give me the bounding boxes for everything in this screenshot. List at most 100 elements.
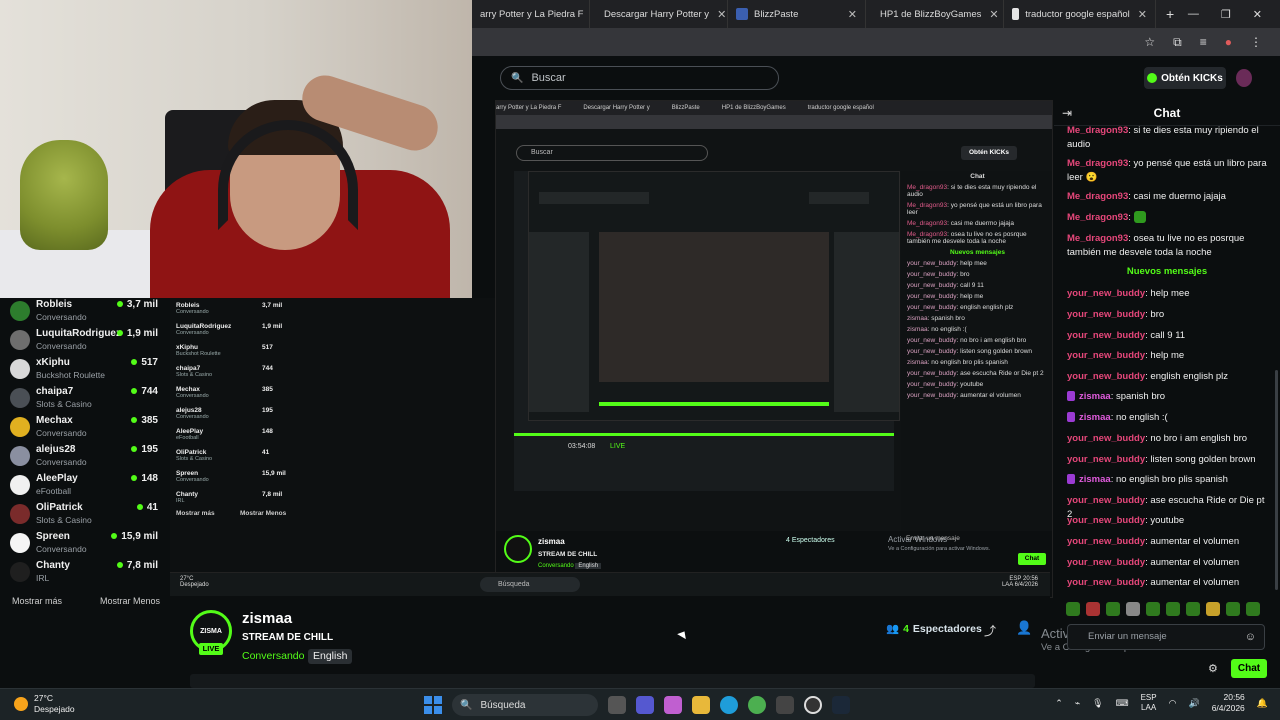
chat-username[interactable]: zismaa — [1079, 474, 1111, 485]
chevron-up-icon[interactable]: ⌃ — [1055, 698, 1063, 709]
sidebar-channel[interactable]: xKiphu Buckshot Roulette 517 — [0, 356, 170, 385]
user-avatar[interactable] — [1236, 69, 1252, 87]
chat-username[interactable]: your_new_buddy — [1067, 433, 1145, 444]
show-less-button[interactable]: Mostrar Menos — [100, 596, 160, 606]
menu-icon[interactable]: ⋮ — [1250, 35, 1262, 49]
restore-icon[interactable]: ❐ — [1221, 8, 1231, 21]
nested-chat-text: no english :( — [931, 326, 967, 333]
gear-icon[interactable]: ⚙ — [1208, 662, 1218, 675]
chat-username[interactable]: Me_dragon93 — [1067, 233, 1128, 244]
send-chat-button[interactable]: Chat — [1231, 659, 1267, 678]
chat-username[interactable]: your_new_buddy — [1067, 309, 1145, 320]
clock[interactable]: 20:56 6/4/2026 — [1212, 692, 1245, 714]
emoji-icon[interactable]: ☺ — [1245, 625, 1256, 649]
emote-icon[interactable] — [1246, 602, 1260, 616]
keyboard-icon[interactable]: ⌨ — [1116, 698, 1129, 709]
show-more-button[interactable]: Mostrar más — [12, 596, 62, 606]
close-icon[interactable]: ✕ — [709, 8, 726, 21]
chat-username[interactable]: zismaa — [1079, 391, 1111, 402]
browser-tab[interactable]: BlizzPaste ✕ — [728, 0, 866, 28]
weather-widget[interactable]: 27°C Despejado — [14, 693, 75, 715]
chat-username[interactable]: Me_dragon93 — [1067, 125, 1128, 136]
store-icon[interactable] — [776, 696, 794, 714]
minimize-icon[interactable]: — — [1188, 8, 1199, 21]
emote-icon[interactable] — [1226, 602, 1240, 616]
browser-tab[interactable]: arry Potter y La Piedra F ✕ — [472, 0, 590, 28]
emote-icon[interactable] — [1106, 602, 1120, 616]
sidebar-channel[interactable]: AleePlay eFootball 148 — [0, 472, 170, 501]
follow-icon[interactable]: 👤 — [1016, 620, 1032, 636]
channel-category: Conversando — [36, 341, 87, 351]
browser-tab-active[interactable]: traductor google español ✕ — [1004, 0, 1156, 28]
language-indicator[interactable]: ESP LAA — [1141, 693, 1157, 713]
new-tab-button[interactable]: + — [1156, 6, 1184, 22]
copilot-icon[interactable] — [664, 696, 682, 714]
chat-message: your_new_buddy: english english plz — [1067, 371, 1229, 382]
bookmark-star-icon[interactable]: ☆ — [1144, 35, 1155, 49]
extensions-icon[interactable]: ⧉ — [1173, 35, 1182, 50]
chat-username[interactable]: your_new_buddy — [1067, 557, 1145, 568]
chat-username[interactable]: your_new_buddy — [1067, 495, 1145, 506]
chat-username[interactable]: Me_dragon93 — [1067, 191, 1128, 202]
emote-icon[interactable] — [1186, 602, 1200, 616]
sidebar-channel[interactable]: OliPatrick Slots & Casino 41 — [0, 501, 170, 530]
emote-icon[interactable] — [1126, 602, 1140, 616]
sidebar-channel[interactable]: LuquitaRodriguez Conversando 1,9 mil — [0, 327, 170, 356]
sidebar-channel[interactable]: alejus28 Conversando 195 — [0, 443, 170, 472]
chat-username[interactable]: your_new_buddy — [1067, 330, 1145, 341]
chat-username[interactable]: your_new_buddy — [1067, 371, 1145, 382]
sidebar-channel[interactable]: chaipa7 Slots & Casino 744 — [0, 385, 170, 414]
obs-icon[interactable] — [804, 696, 822, 714]
get-kicks-button[interactable]: Obtén KICKs — [1144, 67, 1226, 89]
chat-username[interactable]: your_new_buddy — [1067, 515, 1145, 526]
stream-tag[interactable]: English — [308, 649, 353, 664]
emote-icon[interactable] — [1086, 602, 1100, 616]
network-icon[interactable]: ⌁ — [1075, 698, 1080, 709]
taskbar-search[interactable]: 🔍 Búsqueda — [452, 694, 598, 716]
chat-username[interactable]: your_new_buddy — [1067, 577, 1145, 588]
sidebar-channel[interactable]: Chanty IRL 7,8 mil — [0, 559, 170, 588]
chat-scrollbar[interactable] — [1275, 370, 1278, 590]
sidebar-channel[interactable]: Spreen Conversando 15,9 mil — [0, 530, 170, 559]
windows-start-icon[interactable] — [424, 696, 442, 714]
teams-icon[interactable] — [636, 696, 654, 714]
viewer-count: 744 — [131, 386, 158, 397]
emote-icon[interactable] — [1166, 602, 1180, 616]
sidebar-channel[interactable]: Mechax Conversando 385 — [0, 414, 170, 443]
browser-tab[interactable]: HP1 de BlizzBoyGames ✕ — [866, 0, 1004, 28]
chat-username[interactable]: Me_dragon93 — [1067, 158, 1128, 169]
close-icon[interactable]: ✕ — [840, 8, 857, 21]
chat-username[interactable]: Me_dragon93 — [1067, 212, 1128, 223]
search-input[interactable]: 🔍 Buscar — [500, 66, 779, 90]
chat-username[interactable]: your_new_buddy — [1067, 454, 1145, 465]
file-explorer-icon[interactable] — [692, 696, 710, 714]
microphone-icon[interactable]: 🎙 — [1092, 698, 1103, 709]
chrome-icon[interactable] — [748, 696, 766, 714]
profile-icon[interactable]: ● — [1225, 35, 1232, 49]
stream-category[interactable]: Conversando — [242, 650, 304, 662]
chat-username[interactable]: zismaa — [1079, 412, 1111, 423]
chat-username[interactable]: your_new_buddy — [1067, 288, 1145, 299]
chat-username[interactable]: your_new_buddy — [1067, 536, 1145, 547]
emote-icon[interactable] — [1206, 602, 1220, 616]
steam-icon[interactable] — [832, 696, 850, 714]
edge-icon[interactable] — [720, 696, 738, 714]
close-icon[interactable]: ✕ — [1130, 8, 1147, 21]
emote-icon[interactable] — [1146, 602, 1160, 616]
sidebar-channel[interactable]: Robleis Conversando 3,7 mil — [0, 298, 170, 327]
wifi-icon[interactable]: ◠ — [1169, 698, 1177, 709]
emote-icon[interactable] — [1066, 602, 1080, 616]
task-view-icon[interactable] — [608, 696, 626, 714]
volume-icon[interactable]: 🔊 — [1188, 698, 1199, 709]
chat-text: help me — [1150, 350, 1185, 361]
notifications-icon[interactable]: 🔔 — [1257, 698, 1268, 709]
streamer-name[interactable]: zismaa — [242, 610, 292, 627]
chat-username[interactable]: your_new_buddy — [1067, 350, 1145, 361]
media-control-icon[interactable]: ≡ — [1200, 35, 1207, 49]
close-window-icon[interactable]: ✕ — [1253, 8, 1262, 21]
close-icon[interactable]: ✕ — [981, 8, 998, 21]
share-icon[interactable]: ⤴ — [984, 622, 996, 639]
nested-date: 6/4/2026 — [1014, 582, 1038, 588]
browser-tab[interactable]: Descargar Harry Potter y ✕ — [590, 0, 728, 28]
chat-input[interactable]: Enviar un mensaje ☺ — [1067, 624, 1265, 650]
